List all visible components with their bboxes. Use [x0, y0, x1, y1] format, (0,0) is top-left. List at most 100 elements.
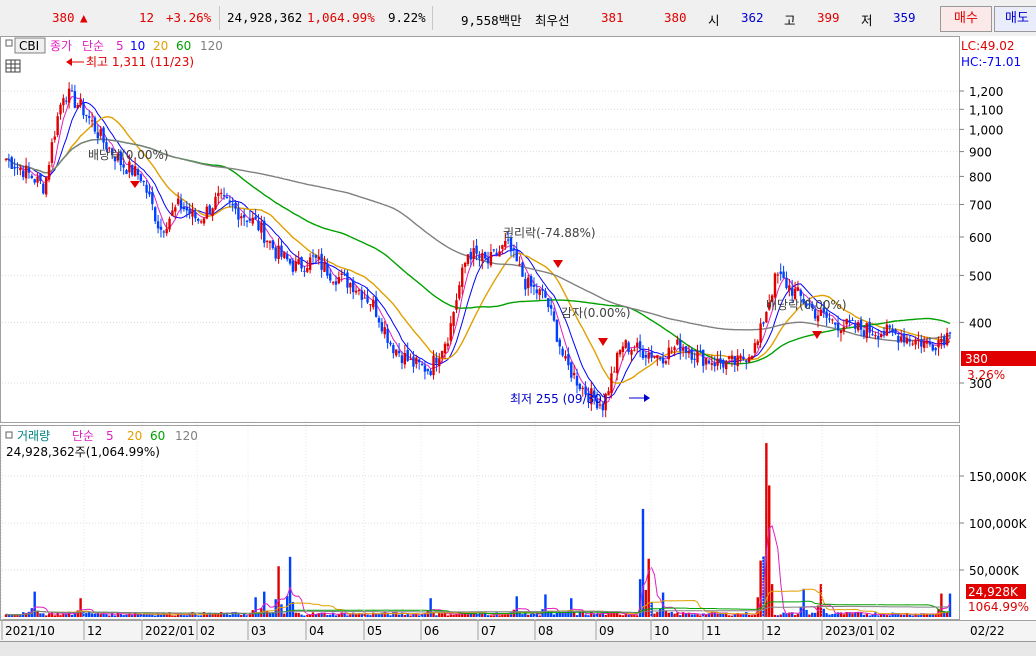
- volume-bar: [825, 613, 828, 617]
- candle-body: [90, 120, 94, 122]
- candle-body: [268, 241, 272, 244]
- volume-bar: [486, 615, 490, 617]
- candle-body: [572, 372, 576, 376]
- volume-bar: [417, 615, 421, 617]
- price-panel: [0, 36, 960, 423]
- candle-body: [483, 252, 487, 259]
- candle-body: [535, 289, 539, 294]
- volume-bar: [297, 612, 300, 617]
- candle-body: [644, 354, 648, 358]
- candle-body: [848, 319, 851, 323]
- candle-body: [750, 355, 754, 360]
- candle-body: [538, 289, 541, 296]
- candle-body: [65, 100, 68, 102]
- volume-bar: [768, 485, 771, 617]
- volume-bar: [171, 615, 174, 617]
- candle-body: [139, 174, 143, 181]
- candle-body: [288, 258, 292, 264]
- candle-body: [334, 281, 338, 285]
- ma-period-10: 10: [130, 39, 145, 53]
- candle-body: [742, 356, 745, 360]
- buy-button[interactable]: 매수: [940, 6, 992, 32]
- candle-body: [406, 350, 409, 361]
- volume-bar: [386, 613, 389, 617]
- volume-bar: [704, 614, 708, 617]
- candle-body: [667, 347, 671, 360]
- high-price: 399: [817, 10, 840, 25]
- candle-body: [377, 318, 381, 323]
- candle-body: [257, 220, 260, 231]
- horizontal-scrollbar[interactable]: [0, 641, 1036, 656]
- volume-bar: [793, 615, 797, 617]
- price-tick-label: 500: [969, 269, 992, 283]
- candle-body: [214, 196, 217, 210]
- volume-bar: [690, 614, 693, 617]
- current-price: 380: [52, 10, 75, 25]
- volume-bar: [179, 614, 183, 617]
- candle-body: [790, 287, 794, 296]
- ma-period-60: 60: [176, 39, 191, 53]
- volume-bar: [446, 615, 450, 617]
- candle-body: [219, 192, 223, 194]
- candle-body: [389, 342, 392, 345]
- candle-body: [331, 282, 335, 284]
- candle-body: [429, 370, 432, 375]
- volume-bar: [555, 612, 559, 617]
- candle-body: [834, 322, 837, 325]
- sell-button[interactable]: 매도: [994, 6, 1036, 32]
- volume-bar: [656, 612, 659, 617]
- volume-bar: [527, 614, 530, 617]
- candle-body: [782, 271, 785, 279]
- candle-body: [532, 284, 536, 287]
- volume-bar: [647, 558, 650, 617]
- candle-body: [481, 253, 484, 262]
- volume-bar: [730, 615, 734, 617]
- price-change-pct: +3.26%: [166, 10, 212, 25]
- hc-label: HC:-71.01: [961, 55, 1021, 69]
- volume-bar: [564, 612, 567, 617]
- candle-body: [251, 217, 254, 224]
- stock-chart[interactable]: 3004005006007008009001,0001,1001,200 50,…: [0, 36, 1036, 641]
- volume-bar: [742, 614, 745, 617]
- volume-bar: [294, 612, 297, 617]
- volume-bar: [360, 614, 363, 617]
- candle-body: [615, 352, 619, 374]
- volume-bar: [277, 566, 280, 617]
- candle-body: [265, 240, 269, 242]
- table-icon[interactable]: [5, 59, 21, 73]
- candle-body: [894, 329, 897, 334]
- candle-body: [463, 262, 467, 267]
- volume-bar: [779, 614, 782, 617]
- volume-bar: [584, 614, 587, 617]
- candle-body: [501, 245, 504, 249]
- candle-body: [851, 319, 854, 321]
- symbol-label[interactable]: CBI: [19, 39, 39, 53]
- rights-annotation: 권리락(-74.88%): [503, 226, 596, 240]
- candle-body: [659, 357, 662, 360]
- volume-bar: [85, 612, 88, 617]
- candle-body: [383, 327, 386, 335]
- volume-bar: [868, 615, 871, 617]
- candle-body: [756, 341, 759, 345]
- candle-body: [656, 355, 659, 359]
- candle-body: [285, 254, 289, 260]
- time-tick-label: 02: [880, 624, 895, 638]
- candle-body: [154, 207, 157, 222]
- volume-bar: [865, 613, 868, 617]
- candle-body: [159, 226, 163, 230]
- svg-text:24,928K: 24,928K: [968, 585, 1019, 599]
- candle-body: [435, 357, 438, 364]
- candle-body: [311, 255, 315, 257]
- volume-bar: [618, 614, 622, 617]
- volume-ma-type: 단순: [72, 429, 94, 443]
- candle-body: [39, 173, 42, 182]
- candle-body: [877, 335, 880, 339]
- volume-bar: [489, 615, 493, 617]
- candle-body: [937, 340, 940, 348]
- candle-body: [234, 203, 237, 209]
- volume-bar: [653, 613, 656, 617]
- candle-body: [386, 328, 389, 343]
- candle-body: [277, 245, 280, 260]
- low-label: 저: [861, 13, 873, 28]
- volume-bar: [159, 614, 163, 617]
